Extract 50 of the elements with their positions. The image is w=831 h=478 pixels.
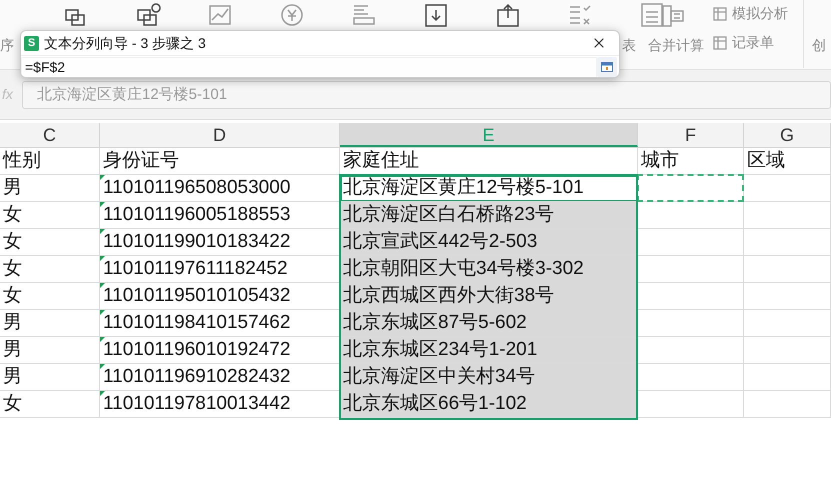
table-cell-text: 北京东城区87号5-602 [343, 311, 527, 335]
table-cell-text: 110101196910282432 [103, 365, 290, 389]
table-cell-text: 身份证号 [103, 149, 179, 173]
table-cell-text: 110101197611182452 [103, 257, 288, 281]
table-cell-text: 110101199010183422 [103, 230, 290, 254]
table-cell-text: 男 [3, 176, 22, 200]
consolidate-label[interactable]: 合并计算 [648, 35, 704, 56]
table-cell-text: 区域 [747, 149, 785, 173]
table-cell-text: 北京海淀区黄庄12号楼5-101 [343, 176, 584, 200]
table-cell-text: 城市 [641, 149, 679, 173]
ribbon-label[interactable]: 表 [622, 35, 636, 56]
dialog-title: 文本分列向导 - 3 步骤之 3 [44, 34, 206, 52]
ribbon-label[interactable]: 模拟分析 [732, 3, 788, 24]
ribbon-label[interactable]: 记录单 [732, 32, 774, 53]
table-cell-text: 110101196508053000 [103, 176, 290, 200]
formula-field[interactable]: 北京海淀区黄庄12号楼5-101 [22, 80, 831, 108]
table-cell-text: 性别 [3, 149, 41, 173]
table-cell-text: 北京东城区66号1-102 [343, 392, 527, 416]
table-cell-text: 女 [3, 257, 22, 281]
table-cell-text: 110101195010105432 [103, 284, 290, 308]
table-cell-text: 110101196005188553 [103, 203, 290, 227]
range-field[interactable]: =$F$2 [21, 56, 597, 77]
collapse-button[interactable] [597, 57, 617, 77]
table-cell-text: 女 [3, 392, 22, 416]
table-cell-text: 110101198410157462 [103, 311, 290, 335]
table-cell-text: 北京西城区西外大街38号 [343, 284, 554, 308]
table-cell-text: 北京东城区234号1-201 [343, 338, 538, 362]
table-cell-text: 女 [3, 284, 22, 308]
app-badge: S [24, 36, 39, 50]
form-icon [712, 34, 728, 50]
table-icon [712, 6, 728, 22]
column-header[interactable]: E [340, 123, 638, 147]
table-cell-text: 男 [3, 338, 22, 362]
table-cell-text: 北京海淀区白石桥路23号 [343, 203, 554, 227]
table-cell-text: 男 [3, 311, 22, 335]
ribbon-label[interactable]: 序 [0, 35, 14, 56]
ribbon-label[interactable]: 创 [812, 35, 826, 56]
table-cell-text: 110101196010192472 [103, 338, 290, 362]
table-cell-text: 家庭住址 [343, 149, 419, 173]
column-header[interactable]: C [0, 123, 100, 147]
column-header[interactable]: F [638, 123, 744, 147]
collapse-icon[interactable] [601, 62, 613, 72]
table-cell-text: 北京海淀区中关村34号 [343, 365, 536, 389]
table-cell-text: 女 [3, 230, 22, 254]
table-cell-text: 女 [3, 203, 22, 227]
table-cell-text: 北京宣武区442号2-503 [343, 230, 538, 254]
column-header[interactable]: G [744, 123, 831, 147]
table-cell-text: 110101197810013442 [103, 392, 290, 416]
table-cell-text: 北京朝阳区大屯34号楼3-302 [343, 257, 584, 281]
table-cell-text: 男 [3, 365, 22, 389]
